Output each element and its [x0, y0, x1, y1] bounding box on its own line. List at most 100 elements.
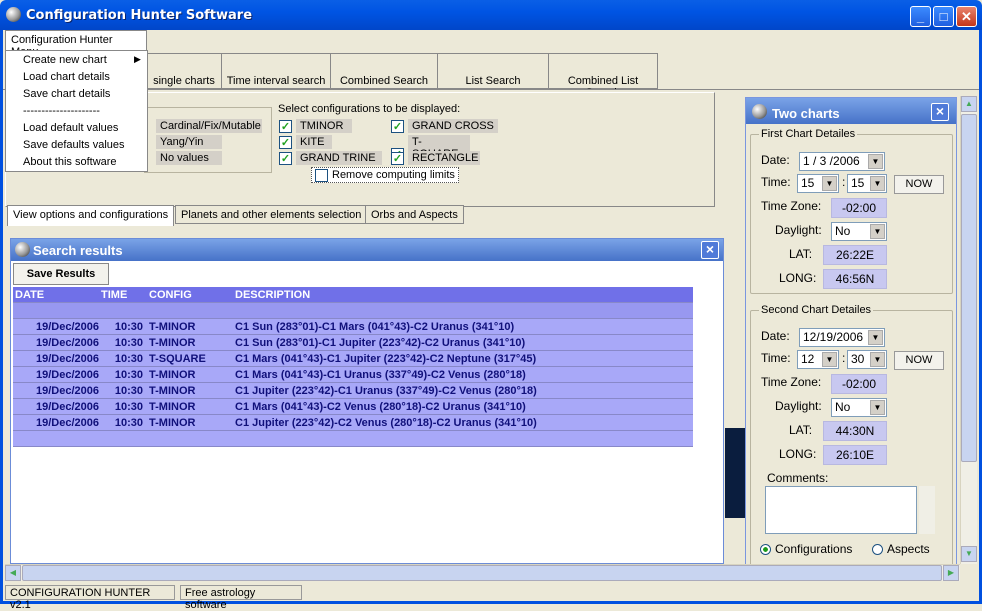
menu-item-load-default-values[interactable]: Load default values	[23, 122, 118, 134]
comments-scrollbar[interactable]	[919, 486, 935, 534]
horizontal-scrollbar[interactable]: ◀ ▶	[5, 564, 960, 581]
tab-list-search[interactable]: List Search	[437, 53, 549, 89]
first-lat-label: LAT:	[789, 247, 813, 261]
subtab-orbs-aspects[interactable]: Orbs and Aspects	[365, 205, 464, 224]
table-cell: C1 Sun (283°01)-C1 Mars (041°43)-C2 Uran…	[235, 321, 515, 333]
table-cell: 19/Dec/2006	[36, 353, 99, 365]
table-row[interactable]: 19/Dec/2006 10:30 T-MINOR C1 Mars (041°43)-…	[13, 399, 693, 415]
menu-item-save-default-values[interactable]: Save defaults values	[23, 139, 125, 151]
first-long-label: LONG:	[779, 271, 817, 285]
second-lat-label: LAT:	[789, 423, 813, 437]
table-cell: C1 Mars (041°43)-C2 Venus (280°18)-C2 Ur…	[235, 401, 526, 413]
checkbox-remove-limits[interactable]	[315, 169, 328, 182]
tab-combined-list-search[interactable]: Combined List Search	[548, 53, 658, 99]
scroll-thumb[interactable]	[961, 114, 977, 462]
menu-item-load-chart-details[interactable]: Load chart details	[23, 71, 110, 83]
menu-bar	[3, 30, 979, 50]
two-charts-header: Two charts ×	[746, 98, 956, 124]
checkbox-rectangle[interactable]	[391, 151, 404, 165]
hscroll-thumb[interactable]	[22, 565, 942, 581]
second-now-button[interactable]: NOW	[894, 351, 944, 370]
subtab-planets[interactable]: Planets and other elements selection	[175, 205, 368, 224]
table-header: DATE TIME CONFIG DESCRIPTION	[13, 287, 693, 303]
config-grand-trine[interactable]: GRAND TRINE	[279, 151, 382, 165]
config-kite[interactable]: KITE	[279, 135, 332, 149]
vertical-scrollbar[interactable]: ▲ ▼	[960, 96, 977, 564]
col-time[interactable]: TIME	[101, 289, 145, 301]
table-cell: 19/Dec/2006	[36, 321, 99, 333]
first-long-value[interactable]: 46:56N	[823, 269, 887, 289]
table-row-empty[interactable]	[13, 431, 693, 447]
second-chart-group: Second Chart Detailes Date: 12/19/2006 ▼ …	[750, 304, 953, 566]
config-rectangle[interactable]: RECTANGLE	[391, 151, 480, 165]
table-cell: C1 Sun (283°01)-C1 Jupiter (223°42)-C2 U…	[235, 337, 526, 349]
second-lat-value[interactable]: 44:30N	[823, 421, 887, 441]
menu-item-save-chart-details[interactable]: Save chart details	[23, 88, 110, 100]
second-date-select[interactable]: 12/19/2006 ▼	[799, 328, 885, 347]
menu-item-create-new-chart[interactable]: Create new chart	[23, 54, 107, 66]
radio-configurations[interactable]	[760, 544, 771, 555]
remove-limits-option[interactable]: Remove computing limits	[311, 167, 459, 183]
close-button[interactable]: ✕	[956, 6, 977, 27]
second-long-value[interactable]: 26:10E	[823, 445, 887, 465]
globe-icon	[15, 242, 30, 257]
mode-option-novalues[interactable]: No values	[156, 151, 222, 165]
tab-time-interval-search[interactable]: Time interval search	[221, 53, 331, 89]
subtab-view-options[interactable]: View options and configurations	[7, 205, 175, 226]
menu-item-about[interactable]: About this software	[23, 156, 117, 168]
scroll-left-button[interactable]: ◀	[5, 565, 21, 581]
table-cell: 10:30	[114, 385, 143, 397]
col-date[interactable]: DATE	[15, 289, 101, 301]
table-cell: T-MINOR	[149, 401, 196, 413]
first-date-select[interactable]: 1 / 3 /2006 ▼	[799, 152, 885, 171]
col-description[interactable]: DESCRIPTION	[235, 289, 310, 301]
submenu-arrow-icon: ▶	[134, 54, 141, 64]
second-hour-select[interactable]: 12 ▼	[797, 350, 839, 369]
second-dst-select[interactable]: No ▼	[831, 398, 887, 417]
title-bar[interactable]: Configuration Hunter Software _ □ ✕	[0, 0, 982, 30]
checkbox-kite[interactable]	[279, 135, 292, 149]
tab-combined-search[interactable]: Combined Search	[330, 53, 438, 89]
table-row[interactable]: 19/Dec/2006 10:30 T-MINOR C1 Mars (041°43)-…	[13, 367, 693, 383]
checkbox-tminor[interactable]	[279, 119, 292, 133]
second-tz-value[interactable]: -02:00	[831, 374, 887, 394]
menu-configuration-hunter[interactable]: Configuration Hunter Menu	[5, 30, 147, 58]
chevron-down-icon: ▼	[870, 352, 885, 367]
scroll-up-button[interactable]: ▲	[961, 96, 977, 112]
search-results-header: Search results ×	[11, 239, 723, 261]
table-cell: C1 Mars (041°43)-C1 Jupiter (223°42)-C2 …	[235, 353, 537, 365]
checkbox-grand-trine[interactable]	[279, 151, 292, 165]
scroll-down-button[interactable]: ▼	[961, 546, 977, 562]
table-row[interactable]: 19/Dec/2006 10:30 T-MINOR C1 Sun (283°01)-C…	[13, 335, 693, 351]
save-results-button[interactable]: Save Results	[13, 263, 109, 285]
scroll-right-button[interactable]: ▶	[943, 565, 959, 581]
second-minute-select[interactable]: 30 ▼	[847, 350, 887, 369]
table-row[interactable]: 19/Dec/2006 10:30 T-MINOR C1 Sun (283°01)-C…	[13, 319, 693, 335]
checkbox-grand-cross[interactable]	[391, 119, 404, 133]
col-config[interactable]: CONFIG	[149, 289, 192, 301]
radio-aspects[interactable]	[872, 544, 883, 555]
tab-single-charts[interactable]: single charts	[146, 53, 222, 89]
minimize-button[interactable]: _	[910, 6, 931, 27]
table-row-empty[interactable]	[13, 303, 693, 319]
config-grand-cross[interactable]: GRAND CROSS	[391, 119, 498, 133]
first-hour-select[interactable]: 15 ▼	[797, 174, 839, 193]
table-cell: C1 Jupiter (223°42)-C2 Venus (280°18)-C2…	[235, 417, 537, 429]
first-dst-select[interactable]: No ▼	[831, 222, 887, 241]
search-results-title: Search results	[33, 243, 123, 258]
mode-option-yangyin[interactable]: Yang/Yin	[156, 135, 222, 149]
config-tminor[interactable]: TMINOR	[279, 119, 352, 133]
table-row[interactable]: 19/Dec/2006 10:30 T-MINOR C1 Jupiter (223°4…	[13, 383, 693, 399]
maximize-button[interactable]: □	[933, 6, 954, 27]
comments-textarea[interactable]	[765, 486, 917, 534]
mode-option-cardinal[interactable]: Cardinal/Fix/Mutable	[156, 119, 262, 133]
first-tz-value[interactable]: -02:00	[831, 198, 887, 218]
second-long-label: LONG:	[779, 447, 817, 461]
first-now-button[interactable]: NOW	[894, 175, 944, 194]
table-row[interactable]: 19/Dec/2006 10:30 T-SQUARE C1 Mars (041°43)…	[13, 351, 693, 367]
first-lat-value[interactable]: 26:22E	[823, 245, 887, 265]
first-minute-select[interactable]: 15 ▼	[847, 174, 887, 193]
close-results-button[interactable]: ×	[701, 241, 719, 259]
close-two-charts-button[interactable]: ×	[931, 103, 949, 121]
table-row[interactable]: 19/Dec/2006 10:30 T-MINOR C1 Jupiter (223°4…	[13, 415, 693, 431]
